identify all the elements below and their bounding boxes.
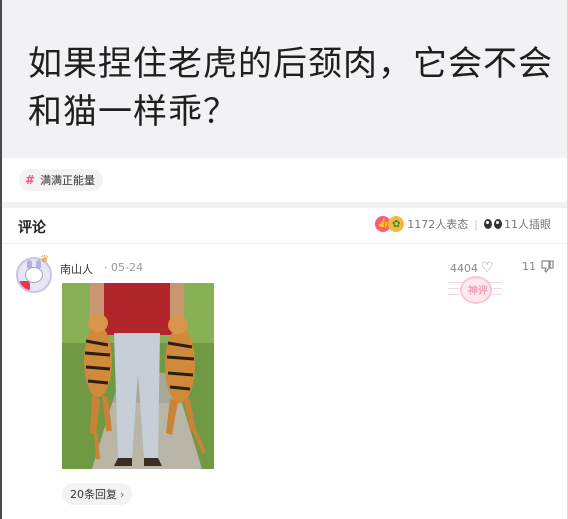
topic-chip[interactable]: # 满满正能量: [19, 169, 104, 191]
comment-item: ♛ 南山人 · 05-24 4404 ♡ 11 神评 20条回复 ›: [2, 244, 567, 519]
stamp-text: 神评: [468, 286, 488, 297]
comment-photo[interactable]: [62, 283, 214, 469]
palm-reaction-icon: ✿: [388, 216, 405, 232]
comments-header: 评论 👍 ✿ 1172人表态 | 11人插眼: [2, 208, 567, 244]
comments-title: 评论: [18, 220, 46, 236]
post-title-card: 如果捏住老虎的后颈肉，它会不会和猫一样乖？: [2, 0, 567, 158]
thumbs-down-outline-icon: [541, 260, 554, 273]
comment-author[interactable]: 南山人: [60, 261, 93, 277]
comment-stats: 👍 ✿ 1172人表态 | 11人插眼: [375, 216, 551, 232]
eyes-icon: [484, 218, 502, 230]
crown-icon: ♛: [40, 254, 49, 265]
reaction-icons[interactable]: 👍 ✿: [375, 216, 405, 232]
dislike-count: 11: [522, 260, 536, 273]
reactions-count[interactable]: 1172人表态: [407, 216, 468, 232]
insert-eyes-count[interactable]: 11人插眼: [504, 216, 551, 232]
topic-label: 满满正能量: [40, 174, 96, 187]
topic-row: # 满满正能量: [2, 158, 567, 202]
god-comment-stamp: 神评: [448, 274, 502, 306]
dislike-button[interactable]: 11: [522, 260, 554, 273]
replies-button[interactable]: 20条回复 ›: [62, 483, 133, 505]
man-carrying-tigers-image: [62, 283, 214, 469]
replies-label: 20条回复: [70, 488, 117, 501]
comment-date: · 05-24: [104, 261, 143, 274]
hashtag-icon: #: [25, 173, 36, 187]
chevron-right-icon: ›: [120, 487, 125, 501]
stats-separator: |: [474, 217, 478, 231]
like-count: 4404: [450, 261, 478, 275]
post-title: 如果捏住老虎的后颈肉，它会不会和猫一样乖？: [28, 44, 553, 132]
